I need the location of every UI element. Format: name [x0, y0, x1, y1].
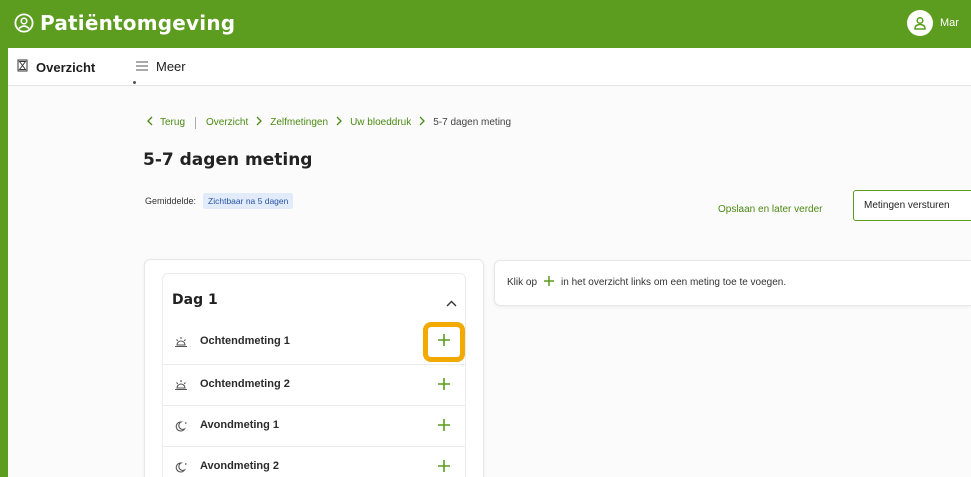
measurement-detail-panel: Klik op in het overzicht links om een me…: [494, 260, 971, 306]
plus-icon: [543, 275, 555, 290]
user-menu[interactable]: Mar: [907, 10, 959, 36]
back-label: Terug: [160, 117, 186, 128]
breadcrumb: Terug Overzicht Zelfmetingen Uw bloeddru…: [147, 116, 511, 129]
chevron-up-icon[interactable]: [446, 294, 457, 312]
menu-icon: [136, 59, 148, 74]
hint-after: in het overzicht links om een meting toe…: [561, 277, 787, 288]
send-measurements-button[interactable]: Metingen versturen: [853, 190, 971, 221]
days-panel: Dag 1 Ochtendmeting 1 Ochtendmeting 2 Av…: [144, 259, 484, 477]
breadcrumb-item-overzicht[interactable]: Overzicht: [206, 117, 248, 128]
measurement-row: Ochtendmeting 2: [163, 364, 465, 404]
nav-overzicht-label: Overzicht: [36, 59, 96, 75]
chevron-right-icon: [256, 116, 263, 129]
measurement-row: Avondmeting 2: [163, 446, 465, 477]
add-measurement-button[interactable]: [426, 452, 462, 477]
chevron-left-icon: [147, 116, 153, 129]
average-label: Gemiddelde:: [145, 196, 197, 206]
main-content: Terug Overzicht Zelfmetingen Uw bloeddru…: [8, 86, 971, 477]
add-measurement-button[interactable]: [426, 411, 462, 443]
chevron-right-icon: [336, 116, 342, 129]
hint-text: Klik op in het overzicht links om een me…: [507, 275, 786, 290]
sunrise-icon: [174, 335, 188, 353]
breadcrumb-divider: [195, 116, 197, 129]
chevron-right-icon: [419, 116, 426, 129]
measurement-row: Ochtendmeting 1: [163, 322, 465, 362]
measurement-row: Avondmeting 1: [163, 405, 465, 445]
moon-icon: [174, 460, 188, 477]
avatar: [907, 10, 933, 36]
add-measurement-button[interactable]: [423, 322, 465, 362]
user-circle-icon: [14, 13, 34, 33]
brand[interactable]: Patiëntomgeving: [14, 9, 235, 37]
plus-icon: [437, 459, 451, 477]
nav-meer[interactable]: Meer: [136, 59, 186, 74]
measurement-label: Avondmeting 1: [200, 419, 280, 431]
add-measurement-button[interactable]: [426, 370, 462, 402]
app-title: Patiëntomgeving: [40, 11, 236, 35]
hourglass-icon: [17, 59, 28, 75]
page: Overzicht Meer Terug Overzicht Zelfmetin…: [8, 48, 971, 477]
day-title: Dag 1: [172, 292, 218, 308]
top-bar: Patiëntomgeving Mar: [0, 0, 971, 48]
plus-icon: [437, 333, 451, 352]
nav-overzicht[interactable]: Overzicht: [17, 59, 95, 75]
day-card: Dag 1 Ochtendmeting 1 Ochtendmeting 2 Av…: [162, 273, 466, 477]
plus-icon: [437, 418, 451, 437]
average-badge: Zichtbaar na 5 dagen: [203, 193, 294, 209]
measurement-label: Avondmeting 2: [200, 460, 280, 472]
active-indicator-dot: [133, 81, 136, 84]
hint-before: Klik op: [507, 277, 538, 288]
day-header[interactable]: Dag 1: [163, 274, 465, 322]
sub-navigation: Overzicht Meer: [8, 48, 971, 86]
measurement-label: Ochtendmeting 2: [200, 378, 290, 390]
measurement-label: Ochtendmeting 1: [200, 335, 290, 347]
sunrise-icon: [174, 378, 188, 396]
breadcrumb-current: 5-7 dagen meting: [433, 117, 512, 128]
save-later-link[interactable]: Opslaan en later verder: [718, 204, 823, 215]
back-link[interactable]: Terug: [147, 116, 185, 129]
user-name: Mar: [940, 17, 959, 29]
average-row: Gemiddelde: Zichtbaar na 5 dagen: [145, 193, 294, 209]
moon-icon: [174, 419, 188, 437]
window-edge: [0, 0, 8, 477]
breadcrumb-item-bloeddruk[interactable]: Uw bloeddruk: [350, 117, 411, 128]
plus-icon: [437, 377, 451, 396]
nav-meer-label: Meer: [156, 59, 186, 74]
page-title: 5-7 dagen meting: [143, 150, 313, 170]
breadcrumb-item-zelfmetingen[interactable]: Zelfmetingen: [270, 117, 328, 128]
